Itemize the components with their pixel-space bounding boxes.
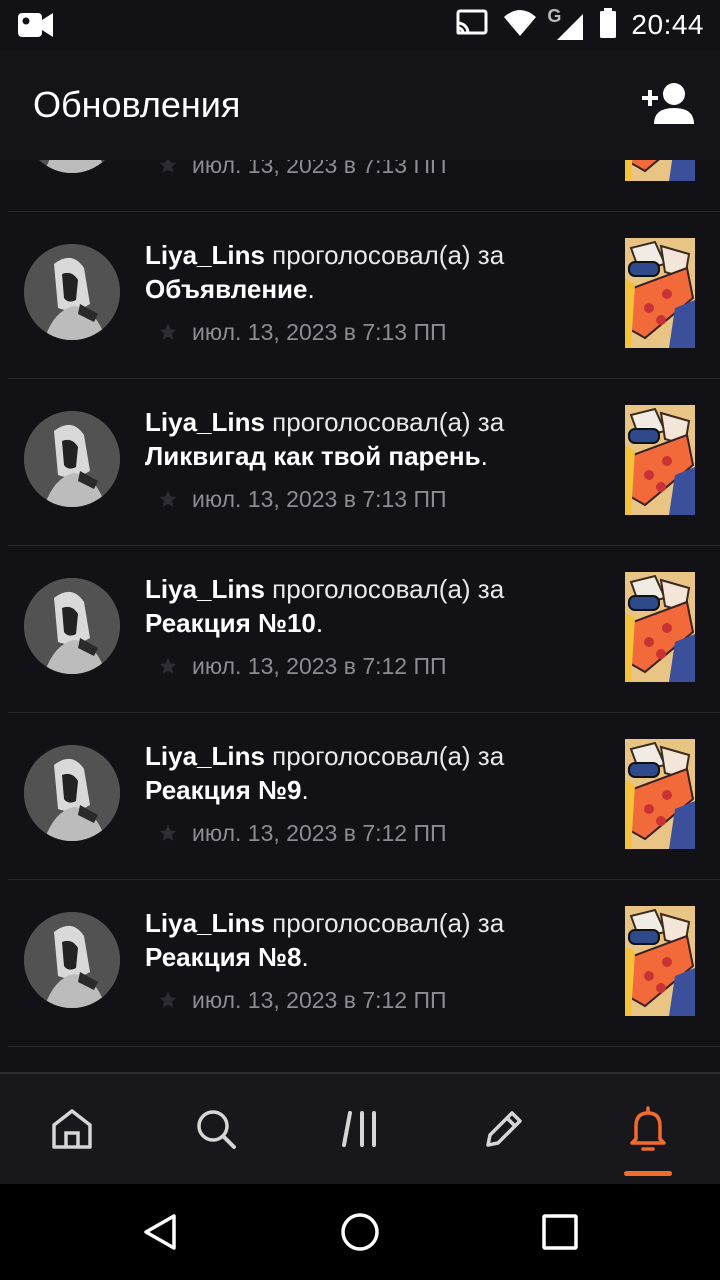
update-verb: проголосовал(а) за <box>264 240 505 270</box>
nav-home-button[interactable] <box>0 1074 144 1184</box>
bottom-navigation <box>0 1072 720 1184</box>
update-date: июл. 13, 2023 в 7:12 ПП <box>192 986 447 1013</box>
avatar[interactable] <box>24 912 120 1008</box>
update-item[interactable]: Liya_Lins проголосовал(а) за Реакция №9. … <box>0 713 720 880</box>
bell-icon <box>630 1106 666 1151</box>
update-text: Liya_Lins проголосовал(а) за Реакция №10. <box>145 572 585 640</box>
cast-icon <box>455 9 489 42</box>
update-verb: проголосовал(а) за <box>264 908 505 938</box>
nav-search-button[interactable] <box>144 1074 288 1184</box>
update-target-link[interactable]: Объявление <box>145 274 308 304</box>
story-cover-thumbnail[interactable] <box>625 238 695 348</box>
update-meta: июл. 13, 2023 в 7:12 ПП <box>158 818 447 848</box>
story-cover-thumbnail[interactable] <box>625 160 695 181</box>
update-meta: июл. 13, 2023 в 7:13 ПП <box>158 484 447 514</box>
update-date: июл. 13, 2023 в 7:12 ПП <box>192 819 447 846</box>
star-icon <box>159 657 177 674</box>
update-verb: проголосовал(а) за <box>264 574 505 604</box>
update-date: июл. 13, 2023 в 7:13 ПП <box>192 485 447 512</box>
story-cover-thumbnail[interactable] <box>625 572 695 682</box>
status-bar: G 20:44 <box>0 0 720 50</box>
update-text: Liya_Lins проголосовал(а) за Объявление. <box>145 238 585 306</box>
nav-write-button[interactable] <box>432 1074 576 1184</box>
update-text: Liya_Lins проголосовал(а) за Реакция №9. <box>145 739 585 807</box>
add-user-button[interactable] <box>640 80 698 130</box>
update-target-link[interactable]: Ликвигад как твой парень <box>145 441 481 471</box>
star-icon <box>159 490 177 507</box>
page-title: Обновления <box>33 84 241 125</box>
avatar[interactable] <box>24 244 120 340</box>
update-username[interactable]: Liya_Lins <box>145 240 265 270</box>
update-period: . <box>315 608 324 638</box>
story-cover-thumbnail[interactable] <box>625 405 695 515</box>
avatar[interactable] <box>24 578 120 674</box>
update-item[interactable]: Liya_Lins проголосовал(а) за Реакция №8. … <box>0 880 720 1047</box>
home-icon <box>52 1109 92 1149</box>
update-text: Liya_Lins проголосовал(а) за Реакция №8. <box>145 906 585 974</box>
avatar[interactable] <box>24 160 120 173</box>
add-user-icon <box>642 83 694 124</box>
update-meta: июл. 13, 2023 в 7:12 ПП <box>158 651 447 681</box>
update-period: . <box>307 274 315 304</box>
update-verb: проголосовал(а) за <box>264 741 505 771</box>
update-target-link[interactable]: Реакция №8 <box>145 942 301 972</box>
signal-icon: G <box>547 6 585 42</box>
battery-icon <box>599 7 617 43</box>
search-icon <box>197 1110 236 1149</box>
star-icon <box>159 160 177 173</box>
pencil-icon <box>486 1111 522 1147</box>
update-date: июл. 13, 2023 в 7:13 ПП <box>192 160 447 178</box>
home-system-button[interactable] <box>328 1204 392 1260</box>
app-header: Обновления <box>0 50 720 160</box>
update-meta: июл. 13, 2023 в 7:13 ПП <box>158 317 447 347</box>
update-username[interactable]: Liya_Lins <box>145 908 265 938</box>
back-triangle-icon <box>144 1214 176 1250</box>
star-icon <box>159 824 177 841</box>
story-cover-thumbnail[interactable] <box>625 906 695 1016</box>
update-verb: проголосовал(а) за <box>264 407 505 437</box>
update-item[interactable]: Liya_Lins проголосовал(а) за Реакция №10.… <box>0 546 720 713</box>
update-meta: июл. 13, 2023 в 7:13 ПП <box>158 160 447 180</box>
update-target-link[interactable]: Реакция №9 <box>145 775 301 805</box>
story-cover-thumbnail[interactable] <box>625 739 695 849</box>
status-time: 20:44 <box>631 9 704 40</box>
nav-library-button[interactable] <box>288 1074 432 1184</box>
star-icon <box>159 991 177 1008</box>
wifi-icon <box>503 9 537 42</box>
update-period: . <box>480 441 488 471</box>
recents-square-icon <box>542 1214 578 1250</box>
update-period: . <box>301 942 309 972</box>
avatar[interactable] <box>24 745 120 841</box>
update-date: июл. 13, 2023 в 7:13 ПП <box>192 318 447 345</box>
avatar[interactable] <box>24 411 120 507</box>
back-button[interactable] <box>128 1204 192 1260</box>
update-item[interactable]: Liya_Lins проголосовал(а) за Объявление. … <box>0 212 720 379</box>
video-camera-icon <box>18 12 54 43</box>
divider <box>8 1046 720 1047</box>
update-username[interactable]: Liya_Lins <box>145 407 265 437</box>
library-icon <box>342 1111 376 1147</box>
update-username[interactable]: Liya_Lins <box>145 574 265 604</box>
home-circle-icon <box>341 1213 379 1251</box>
recents-button[interactable] <box>528 1204 592 1260</box>
nav-notifications-button[interactable] <box>576 1074 720 1184</box>
updates-list[interactable]: Liya_Lins проголосовал(а) за июл. 13, 20… <box>0 160 720 1072</box>
update-item[interactable]: Liya_Lins проголосовал(а) за Ликвигад как… <box>0 379 720 546</box>
update-period: . <box>301 775 309 805</box>
update-meta: июл. 13, 2023 в 7:12 ПП <box>158 985 447 1015</box>
update-username[interactable]: Liya_Lins <box>145 741 265 771</box>
update-date: июл. 13, 2023 в 7:12 ПП <box>192 652 447 679</box>
star-icon <box>159 323 177 340</box>
system-navigation-bar <box>0 1184 720 1280</box>
update-item[interactable]: Liya_Lins проголосовал(а) за июл. 13, 20… <box>0 160 720 212</box>
update-target-link[interactable]: Реакция №10 <box>145 608 316 638</box>
active-tab-indicator <box>624 1171 672 1176</box>
update-text: Liya_Lins проголосовал(а) за Ликвигад как… <box>145 405 585 473</box>
